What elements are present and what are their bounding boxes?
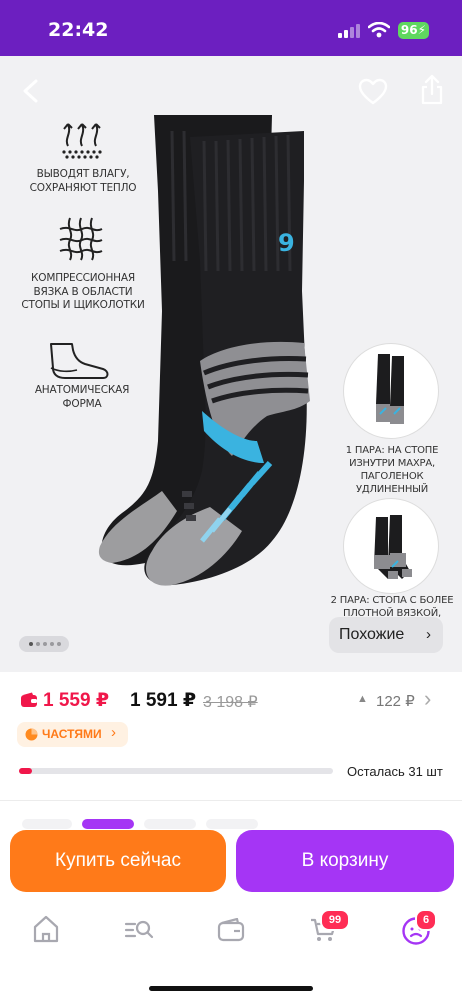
home-icon[interactable] (33, 915, 59, 943)
page-dot-active (29, 642, 33, 646)
add-to-cart-label: В корзину (301, 850, 389, 871)
signal-icon (338, 24, 360, 38)
current-price: 1 591 ₽ (130, 690, 197, 711)
wifi-icon (368, 22, 390, 38)
stock-text: Осталась 31 шт (347, 764, 443, 779)
charging-icon: ⚡ (417, 23, 427, 37)
profile-badge: 6 (415, 909, 437, 931)
option-chip (144, 819, 196, 829)
variant-label-1: 1 ПАРА: НА СТОПЕ ИЗНУТРИ МАХРА, ПАГОЛЕНО… (345, 445, 439, 495)
battery-indicator: 96⚡ (398, 22, 429, 39)
chevron-right-icon: › (111, 724, 116, 741)
buy-now-button[interactable]: Купить сейчас (10, 830, 226, 892)
sock-logo: 9 (278, 229, 295, 257)
similar-button[interactable]: Похожие › (329, 617, 443, 653)
old-price: 3 198 ₽ (203, 694, 258, 711)
pie-icon (25, 728, 38, 741)
catalog-search-icon[interactable] (124, 918, 154, 942)
heart-icon[interactable] (358, 78, 388, 106)
installments-badge[interactable]: ЧАСТЯМИ › (17, 722, 128, 747)
variant-image-1 (376, 354, 404, 424)
triangle-up-icon: ▲ (357, 693, 368, 705)
product-image-socks: 9 (98, 115, 310, 586)
wallet-card-icon (21, 692, 37, 707)
stock-progress-track (19, 768, 333, 774)
variant-thumb-1[interactable] (343, 343, 439, 439)
back-icon[interactable] (20, 78, 42, 104)
status-bar: 22:42 96⚡ (0, 0, 462, 56)
price-change: 122 ₽ (376, 693, 415, 710)
add-to-cart-button[interactable]: В корзину (236, 830, 454, 892)
price-section: 1 559 ₽ 1 591 ₽ 3 198 ₽ ▲ 122 ₽ › ЧАСТЯМ… (0, 672, 462, 800)
page-dot (36, 642, 40, 646)
cart-badge: 99 (320, 909, 350, 931)
stock-progress-fill (19, 768, 32, 774)
buy-now-label: Купить сейчас (55, 850, 181, 871)
chevron-right-icon: › (426, 626, 431, 643)
wallet-icon[interactable] (217, 918, 245, 942)
share-icon[interactable] (420, 74, 444, 106)
status-time: 22:42 (48, 19, 109, 41)
option-chip (206, 819, 258, 829)
similar-button-label: Похожие (339, 626, 405, 643)
option-chip-selected (82, 819, 134, 829)
option-chip (22, 819, 72, 829)
home-indicator (149, 986, 313, 991)
product-gallery[interactable]: ВЫВОДЯТ ВЛАГУ, СОХРАНЯЮТ ТЕПЛО КОМПРЕССИ… (0, 56, 462, 672)
variant-image-2 (374, 515, 412, 579)
installments-label: ЧАСТЯМИ (42, 727, 102, 741)
page-dot (57, 642, 61, 646)
page-dot (43, 642, 47, 646)
card-price: 1 559 ₽ (43, 690, 110, 711)
page-indicator (19, 636, 69, 652)
battery-level: 96 (400, 23, 418, 37)
variant-thumb-2[interactable] (343, 498, 439, 594)
chevron-right-icon[interactable]: › (424, 686, 431, 712)
page-dot (50, 642, 54, 646)
